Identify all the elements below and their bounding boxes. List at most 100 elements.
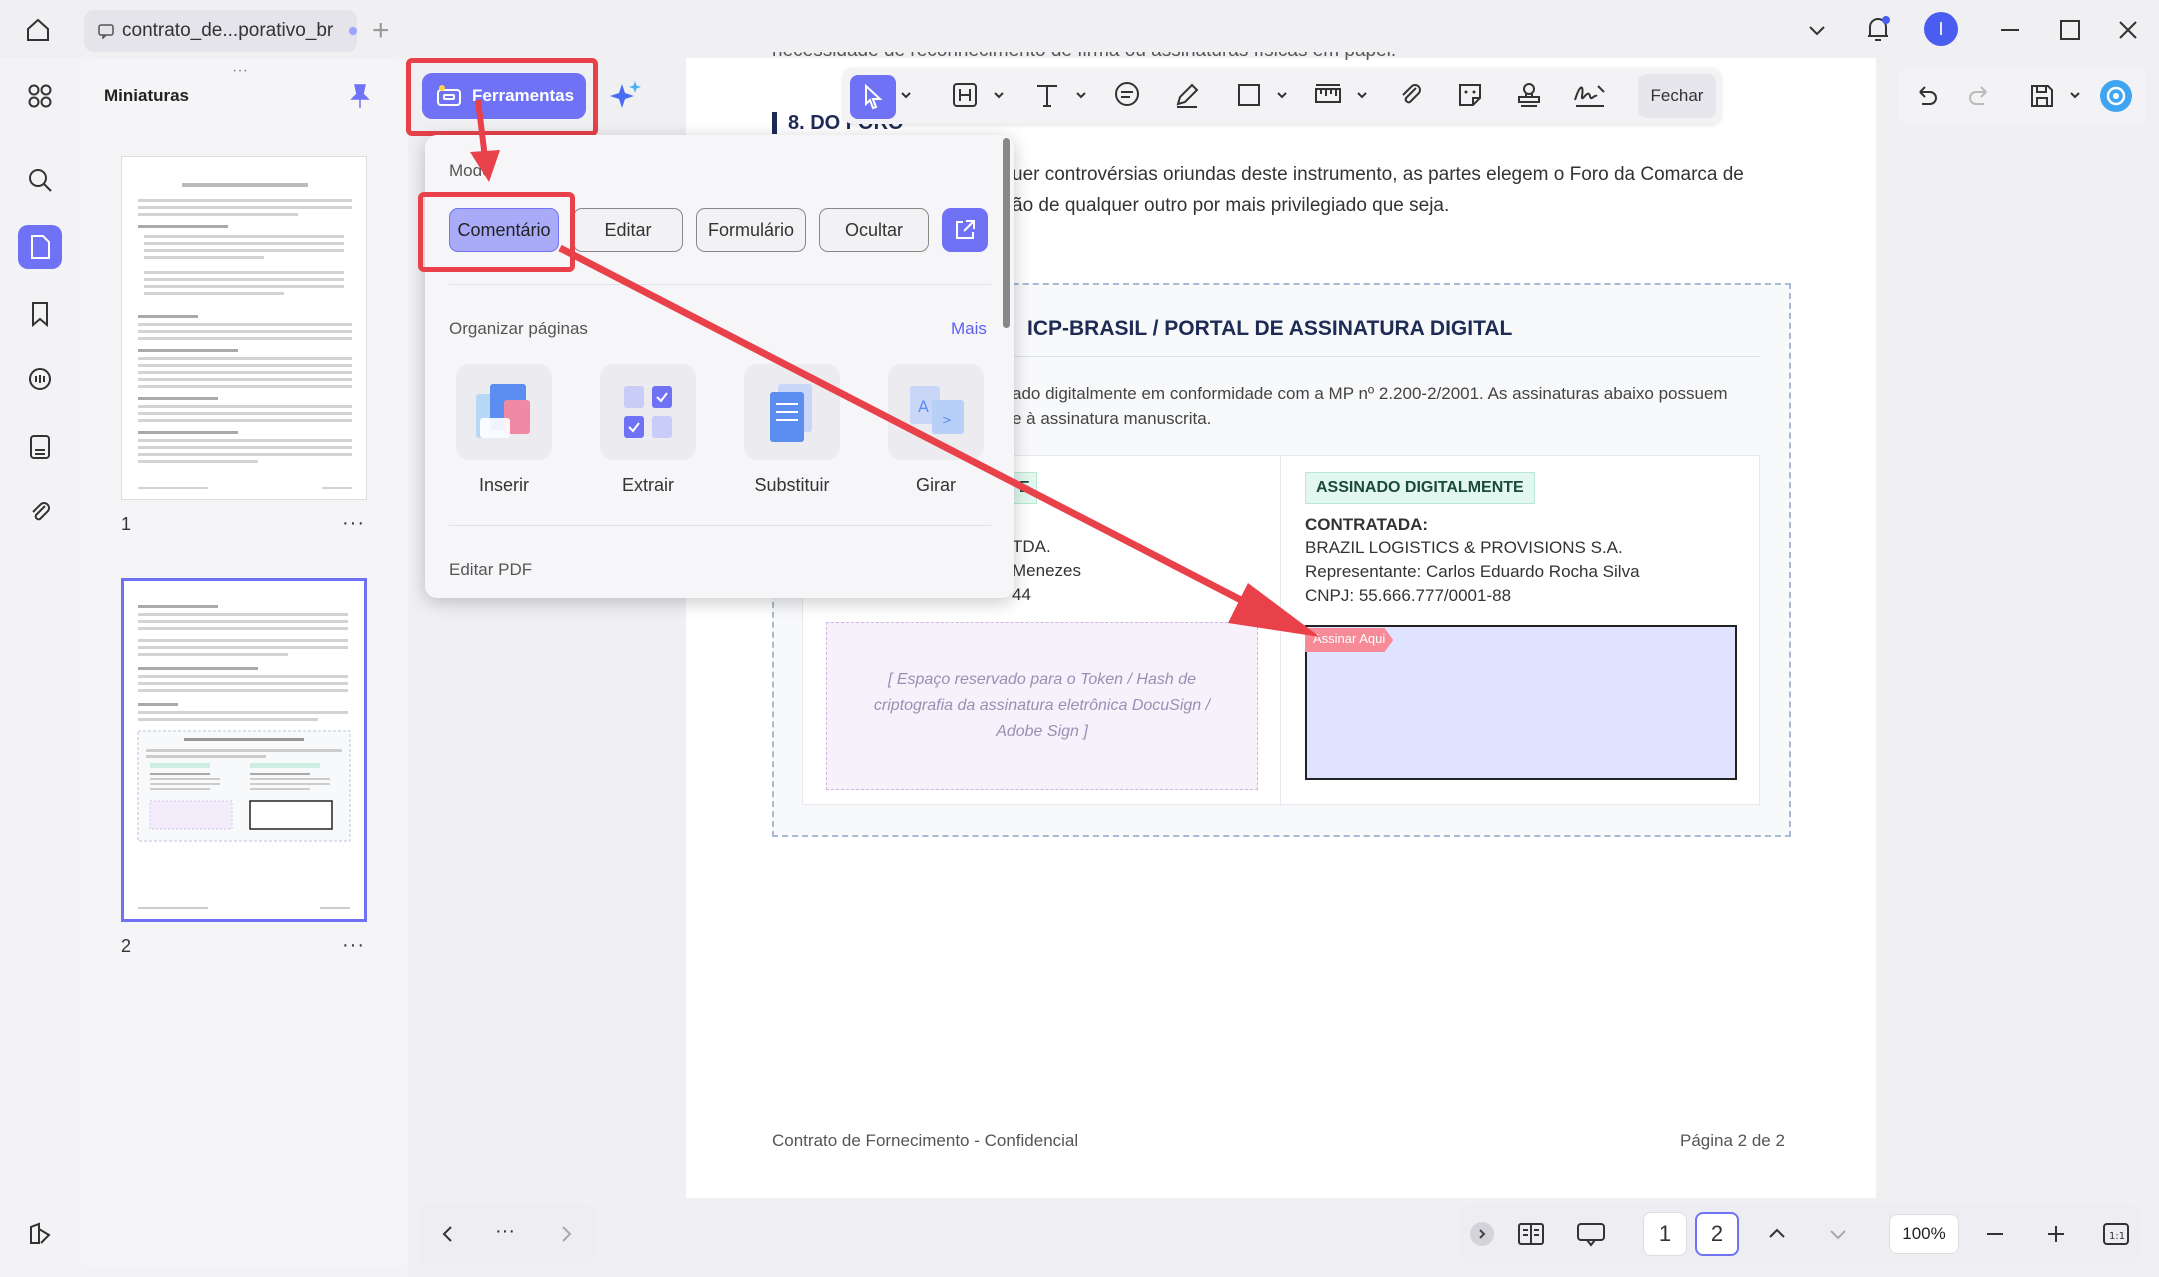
home-icon[interactable] xyxy=(24,16,52,44)
book-view-icon[interactable] xyxy=(1516,1220,1546,1248)
edit-pdf-label: Editar PDF xyxy=(449,560,533,579)
attachment-icon[interactable] xyxy=(18,490,62,534)
sparkle-icon[interactable] xyxy=(608,78,644,114)
mode-edit-button[interactable]: Editar xyxy=(573,208,683,252)
thumbnail-page-1[interactable] xyxy=(121,156,367,500)
mode-label: Modo xyxy=(449,161,492,180)
more-link[interactable]: Mais xyxy=(951,319,987,339)
chevron-down-icon[interactable] xyxy=(1805,18,1829,42)
pin-icon[interactable] xyxy=(348,82,372,110)
section-marker xyxy=(772,112,777,134)
chevron-down-icon[interactable] xyxy=(899,88,913,102)
grid-icon[interactable] xyxy=(18,74,62,118)
chevron-down-icon[interactable] xyxy=(1826,1222,1850,1246)
attachment-icon[interactable] xyxy=(1396,80,1426,110)
chevron-down-icon[interactable] xyxy=(1355,88,1369,102)
actual-size-icon[interactable]: 1:1 xyxy=(2101,1220,2131,1248)
foro-line-2: ão de qualquer outro por mais privilegia… xyxy=(1012,195,1450,216)
chevron-right-icon xyxy=(1476,1228,1488,1240)
measure-tool-icon[interactable] xyxy=(1313,80,1343,110)
divider xyxy=(449,284,991,285)
stamp-icon[interactable] xyxy=(1514,80,1544,110)
add-tab-button[interactable]: + xyxy=(372,14,390,48)
contratada-rep: Representante: Carlos Eduardo Rocha Silv… xyxy=(1305,562,1640,581)
insert-page-button[interactable] xyxy=(456,364,552,460)
zoom-level[interactable]: 100% xyxy=(1889,1214,1959,1254)
page-2-button[interactable]: 2 xyxy=(1695,1212,1739,1256)
text-tool-icon[interactable] xyxy=(1032,80,1062,110)
replace-icon xyxy=(744,364,840,460)
foro-line-1: uer controvérsias oriundas deste instrum… xyxy=(1012,164,1744,185)
stamp-panel-icon[interactable] xyxy=(18,425,62,469)
collapse-button[interactable] xyxy=(1470,1222,1494,1246)
ai-assistant-icon[interactable] xyxy=(2098,78,2134,114)
signature-title: ICP-BRASIL / PORTAL DE ASSINATURA DIGITA… xyxy=(1027,317,1513,340)
chevron-right-icon[interactable] xyxy=(555,1222,577,1246)
note-tool-icon[interactable] xyxy=(1112,80,1142,110)
signature-icon[interactable] xyxy=(1572,80,1608,110)
cursor-icon xyxy=(861,83,885,111)
status-badge: ASSINADO DIGITALMENTE xyxy=(1305,472,1535,504)
footer-right: Página 2 de 2 xyxy=(1680,1131,1785,1150)
redo-icon[interactable] xyxy=(1966,82,1994,110)
mode-form-button[interactable]: Formulário xyxy=(696,208,806,252)
mode-hide-button[interactable]: Ocultar xyxy=(819,208,929,252)
zoom-out-icon[interactable] xyxy=(1983,1222,2007,1246)
thumbnails-title: Miniaturas xyxy=(104,86,190,105)
thumbnail-page-2[interactable] xyxy=(121,578,367,922)
minimize-icon[interactable] xyxy=(1996,16,2024,44)
thumbnail-page-number: 2 xyxy=(121,936,132,956)
pencil-tool-icon[interactable] xyxy=(1172,80,1202,110)
chevron-up-icon[interactable] xyxy=(1765,1222,1789,1246)
maximize-icon[interactable] xyxy=(2056,16,2084,44)
comments-icon[interactable] xyxy=(18,358,62,402)
shape-tool-icon[interactable] xyxy=(1234,80,1264,110)
replace-label: Substituir xyxy=(754,475,830,495)
avatar[interactable]: I xyxy=(1924,12,1958,46)
comment-icon xyxy=(98,23,114,39)
theme-icon[interactable] xyxy=(18,1212,62,1256)
extract-icon xyxy=(600,364,696,460)
chevron-left-icon[interactable] xyxy=(437,1222,459,1246)
save-icon[interactable] xyxy=(2028,82,2056,110)
close-icon[interactable] xyxy=(2114,16,2142,44)
chevron-down-icon[interactable] xyxy=(1275,88,1289,102)
panel-drag-handle[interactable]: ··· xyxy=(232,62,248,80)
chevron-down-icon[interactable] xyxy=(1074,88,1088,102)
dropdown-scrollbar[interactable] xyxy=(1003,138,1010,328)
presentation-icon[interactable] xyxy=(1575,1220,1607,1250)
token-placeholder: [ Espaço reservado para o Token / Hash d… xyxy=(826,622,1258,790)
thumbnail-more-button[interactable]: ··· xyxy=(342,512,365,535)
bell-icon[interactable] xyxy=(1864,14,1892,44)
page-1-button[interactable]: 1 xyxy=(1643,1212,1687,1256)
pages-icon[interactable] xyxy=(18,225,62,269)
chevron-down-icon[interactable] xyxy=(992,88,1006,102)
sticker-icon[interactable] xyxy=(1455,80,1485,110)
search-icon[interactable] xyxy=(18,158,62,202)
zoom-in-icon[interactable] xyxy=(2044,1222,2068,1246)
signature-description-1: ado digitalmente em conformidade com a M… xyxy=(1012,384,1728,403)
contratante-cnpj: 44 xyxy=(1012,585,1031,604)
document-tab[interactable]: contrato_de...porativo_br xyxy=(84,10,357,52)
tab-title: contrato_de...porativo_br xyxy=(122,20,334,41)
insert-label: Inserir xyxy=(478,475,529,495)
rotate-page-button[interactable]: A > xyxy=(888,364,984,460)
signature-description-2: e à assinatura manuscrita. xyxy=(1012,409,1212,428)
svg-text:A: A xyxy=(918,397,929,416)
undo-icon[interactable] xyxy=(1912,82,1940,110)
extract-label: Extrair xyxy=(621,475,674,495)
open-external-button[interactable] xyxy=(942,208,988,252)
extract-page-button[interactable] xyxy=(600,364,696,460)
close-toolbar-button[interactable]: Fechar xyxy=(1638,74,1716,118)
organize-pages-label: Organizar páginas xyxy=(449,319,588,338)
chevron-down-icon[interactable] xyxy=(2068,88,2082,102)
highlight-tool-icon[interactable] xyxy=(950,80,980,110)
replace-page-button[interactable] xyxy=(744,364,840,460)
bookmark-icon[interactable] xyxy=(18,292,62,336)
thumbnail-more-button[interactable]: ··· xyxy=(342,934,365,957)
select-tool-button[interactable] xyxy=(850,75,896,119)
sign-here-tag: Assinar Aqui xyxy=(1305,628,1394,652)
status-badge: E xyxy=(1012,472,1037,504)
more-dots[interactable]: ··· xyxy=(495,1220,515,1243)
highlight-frame xyxy=(406,58,598,136)
